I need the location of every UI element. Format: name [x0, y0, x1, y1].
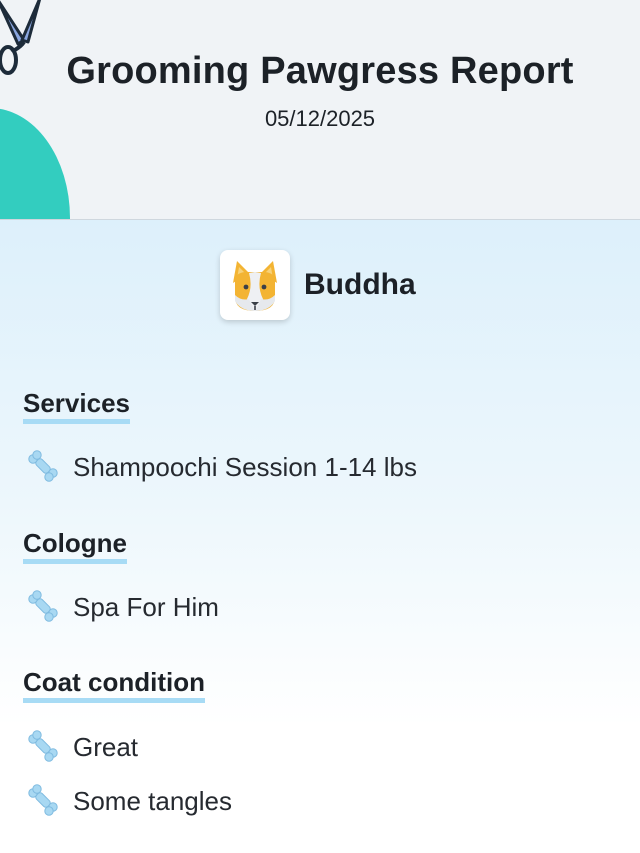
- list-item-label: Great: [73, 731, 139, 762]
- corgi-dog-face-icon: [233, 261, 277, 311]
- page-title: Grooming Pawgress Report: [66, 50, 574, 92]
- list-item: Some tangles: [26, 784, 232, 818]
- bone-icon: [28, 590, 58, 622]
- section-heading-label: Services: [23, 389, 130, 424]
- list-item: Shampoochi Session 1-14 lbs: [26, 450, 417, 484]
- bone-icon: [28, 450, 58, 482]
- bone-icon: [28, 784, 58, 816]
- section-heading-label: Cologne: [23, 529, 127, 564]
- report-content: Buddha Services Shampoochi Session 1-14 …: [0, 220, 640, 853]
- list-item: Great: [26, 730, 138, 764]
- bone-icon: [28, 730, 58, 762]
- report-header: Grooming Pawgress Report 05/12/2025: [0, 0, 640, 220]
- list-item: Spa For Him: [26, 590, 219, 624]
- section-heading-cologne: Cologne: [23, 528, 127, 564]
- pet-profile: Buddha: [220, 250, 416, 320]
- avatar: [220, 250, 290, 320]
- section-heading-services: Services: [23, 388, 130, 424]
- list-item-label: Some tangles: [73, 785, 232, 816]
- report-page: Grooming Pawgress Report 05/12/2025 Budd…: [0, 0, 640, 853]
- section-heading-coat-condition: Coat condition: [23, 667, 205, 703]
- list-item-label: Spa For Him: [73, 591, 219, 622]
- section-heading-label: Coat condition: [23, 668, 205, 703]
- report-date: 05/12/2025: [264, 106, 376, 131]
- list-item-label: Shampoochi Session 1-14 lbs: [73, 451, 417, 482]
- pet-name: Buddha: [304, 268, 416, 301]
